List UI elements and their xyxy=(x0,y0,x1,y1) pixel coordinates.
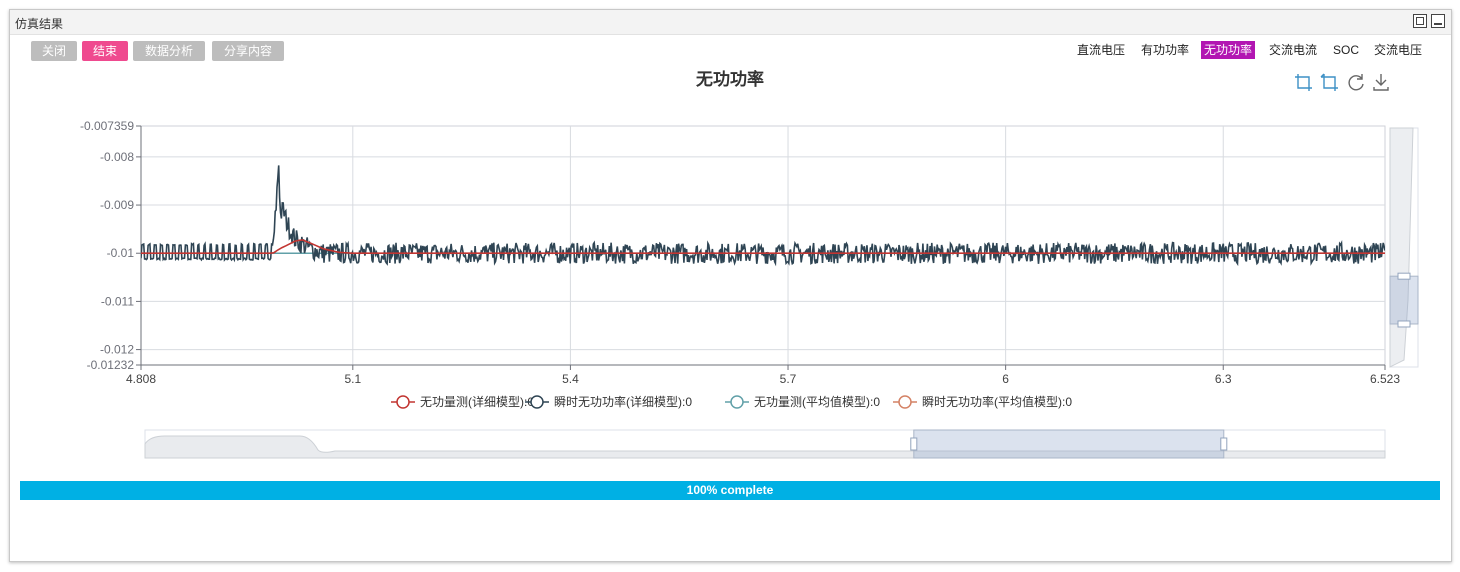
legend-item-1[interactable]: 瞬时无功功率(详细模型):0 xyxy=(525,394,692,409)
x-tick-label: 6.3 xyxy=(1215,372,1232,386)
y-tick-label: -0.01 xyxy=(107,246,135,260)
legend-marker xyxy=(396,395,410,409)
download-icon[interactable] xyxy=(1373,74,1389,91)
legend-label: 无功量测(详细模型):0 xyxy=(420,394,534,409)
x-tick-label: 5.4 xyxy=(562,372,579,386)
chart-title: 无功功率 xyxy=(695,69,764,89)
y-tick-label: -0.008 xyxy=(100,150,134,164)
zoom-select-icon[interactable] xyxy=(1295,74,1312,91)
plot-area xyxy=(140,125,1386,366)
restore-icon[interactable] xyxy=(1348,74,1364,91)
x-zoom-selection[interactable] xyxy=(913,429,1225,459)
progress-label: 100% complete xyxy=(686,483,774,497)
legend-marker xyxy=(530,395,544,409)
legend-label: 瞬时无功功率(平均值模型):0 xyxy=(922,394,1072,409)
legend-item-0[interactable]: 无功量测(详细模型):0 xyxy=(391,394,534,409)
zoom-select-icon-path xyxy=(1295,74,1312,91)
legend-item-2[interactable]: 无功量测(平均值模型):0 xyxy=(725,394,880,409)
y-tick-label: -0.007359 xyxy=(80,119,134,133)
y-tick-label: -0.011 xyxy=(101,294,134,308)
y-tick-label: -0.01232 xyxy=(87,358,135,372)
download-icon-path xyxy=(1373,74,1389,91)
y-zoom-selection[interactable] xyxy=(1389,275,1419,325)
legend-marker xyxy=(730,395,744,409)
y-tick-label: -0.009 xyxy=(100,198,134,212)
x-tick-label: 6.523 xyxy=(1370,372,1400,386)
legend-label: 瞬时无功功率(详细模型):0 xyxy=(554,394,692,409)
legend-item-3[interactable]: 瞬时无功功率(平均值模型):0 xyxy=(893,394,1072,409)
legend-marker xyxy=(898,395,912,409)
y-zoom-handle-0[interactable] xyxy=(1397,272,1411,280)
x-tick-label: 5.7 xyxy=(780,372,797,386)
x-tick-label: 4.808 xyxy=(126,372,156,386)
zoom-back-icon-path xyxy=(1320,73,1338,91)
progress-bar: 100% complete xyxy=(20,481,1440,500)
x-zoom-handle-1[interactable] xyxy=(1220,437,1228,451)
y-tick-label: -0.012 xyxy=(100,343,134,357)
zoom-back-icon[interactable] xyxy=(1320,73,1338,91)
y-zoom-handle-1[interactable] xyxy=(1397,320,1411,328)
legend-label: 无功量测(平均值模型):0 xyxy=(754,394,880,409)
x-tick-label: 5.1 xyxy=(344,372,361,386)
restore-icon-path xyxy=(1348,74,1364,91)
x-zoom-handle-0[interactable] xyxy=(910,437,918,451)
x-tick-label: 6 xyxy=(1002,372,1009,386)
